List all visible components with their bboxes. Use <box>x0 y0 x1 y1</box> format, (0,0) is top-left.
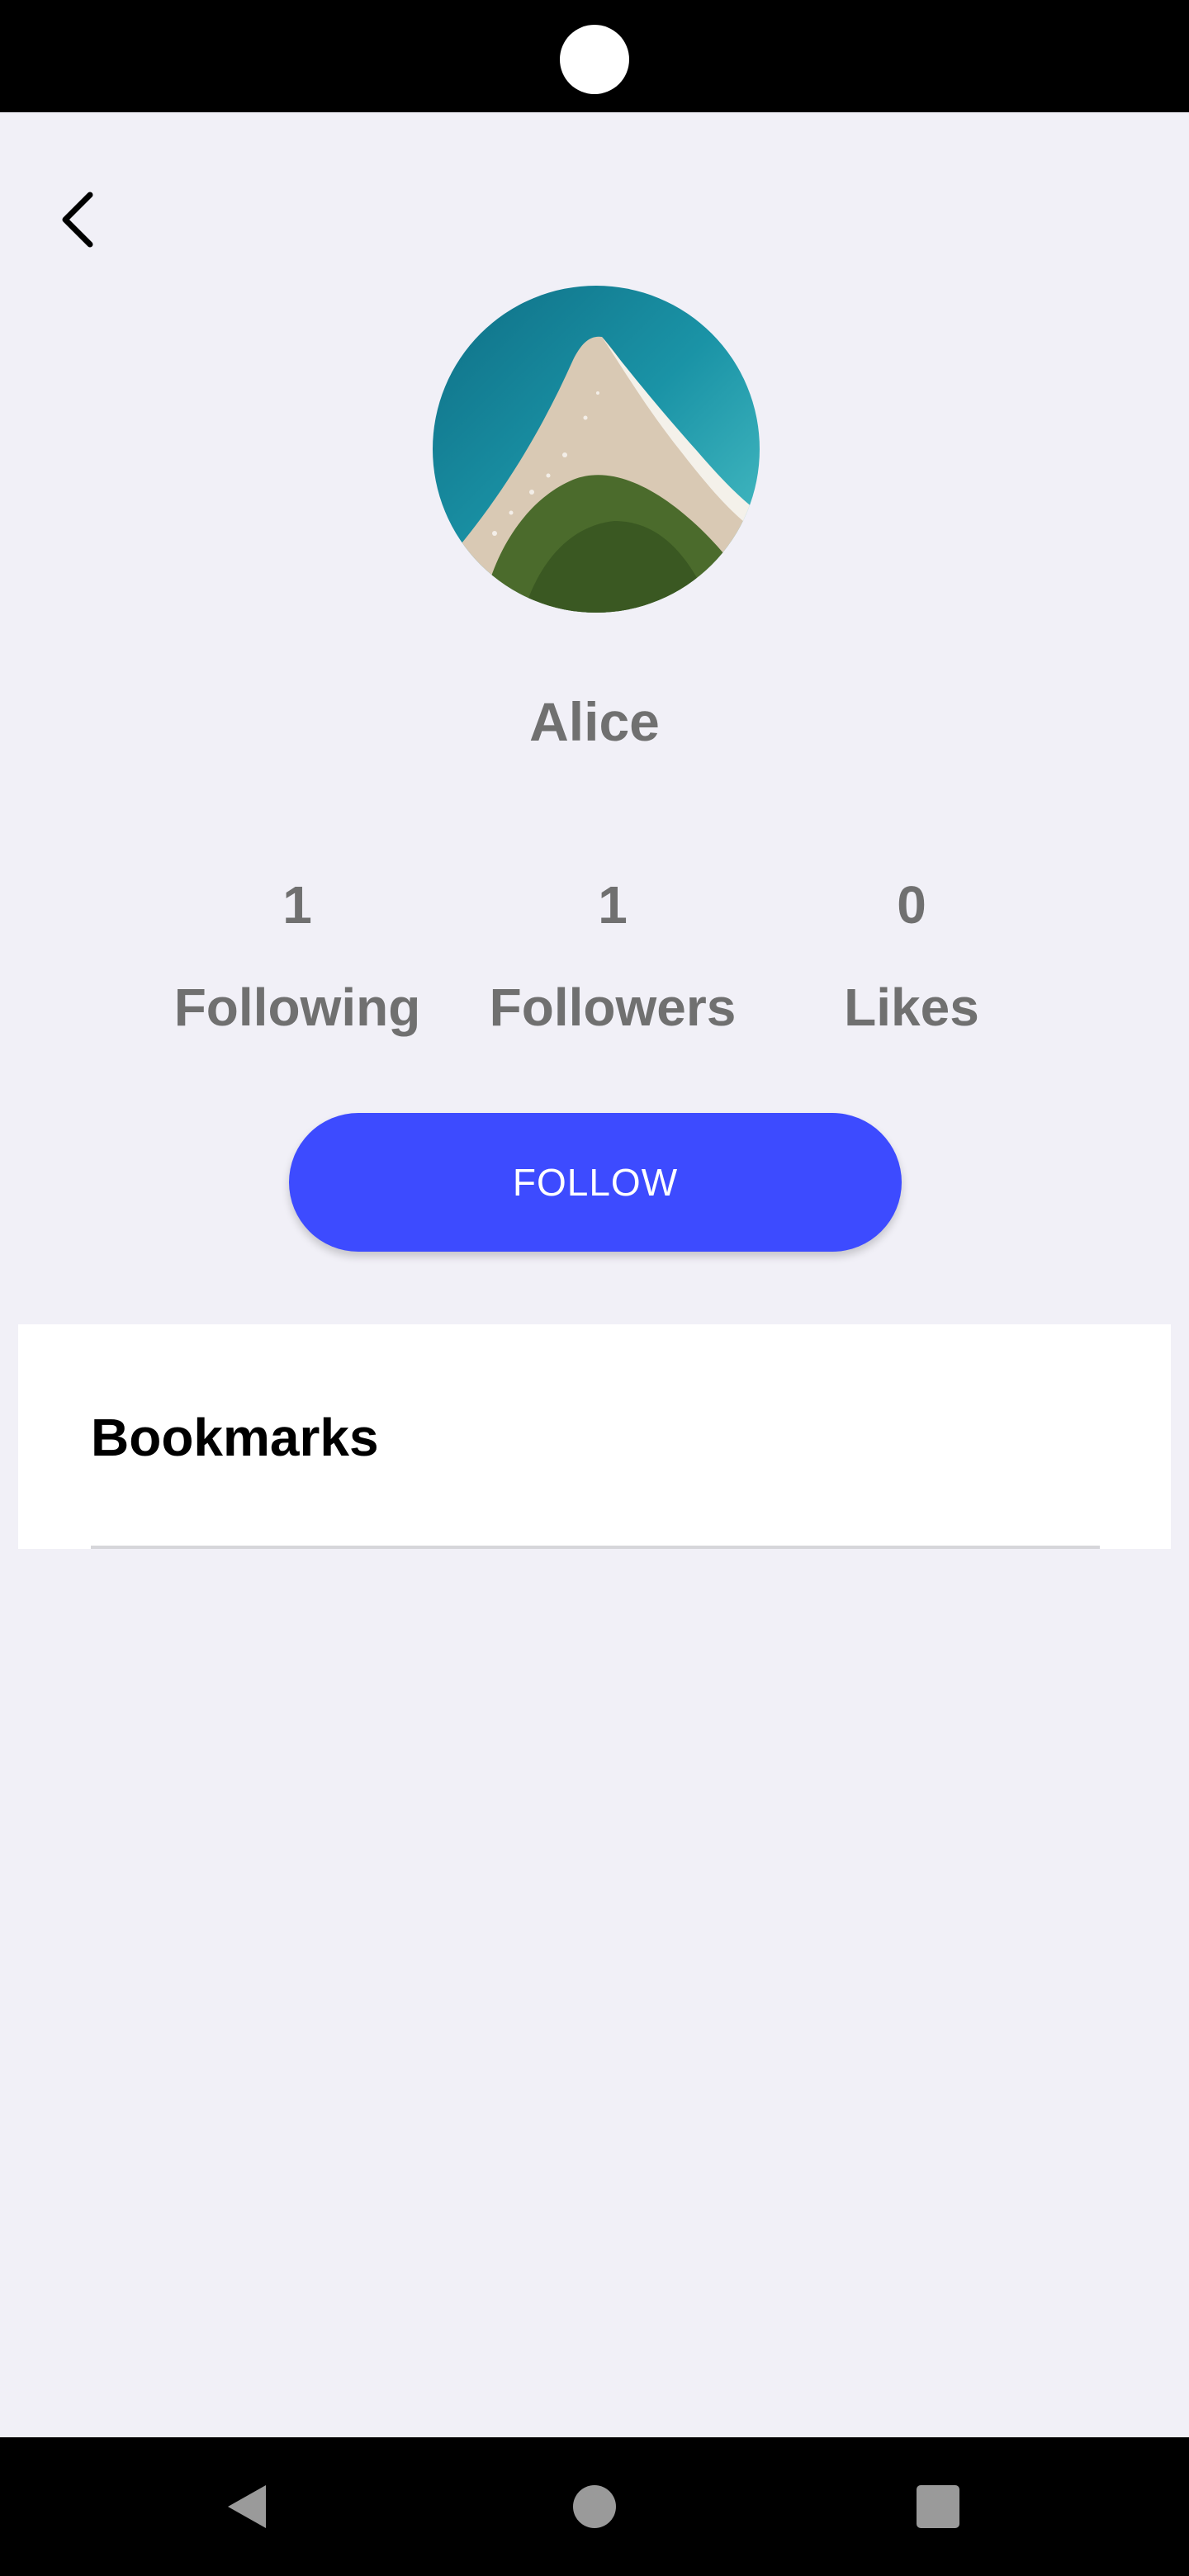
bookmarks-title: Bookmarks <box>91 1408 379 1467</box>
stat-following-label: Following <box>173 978 421 1037</box>
status-bar <box>0 0 1189 112</box>
nav-home-button[interactable] <box>537 2437 652 2576</box>
square-recents-icon <box>917 2485 959 2528</box>
system-nav-bar <box>0 2437 1189 2576</box>
stat-followers[interactable]: 1 Followers <box>464 872 761 1040</box>
stat-likes-count: 0 <box>897 875 926 935</box>
stat-following[interactable]: 1 Following <box>149 872 446 1040</box>
camera-cutout <box>560 25 629 94</box>
back-button[interactable] <box>41 178 116 261</box>
nav-back-button[interactable] <box>190 2437 306 2576</box>
circle-home-icon <box>573 2485 616 2528</box>
nav-recents-button[interactable] <box>880 2437 996 2576</box>
triangle-back-icon <box>228 2485 266 2528</box>
avatar[interactable] <box>433 286 760 613</box>
follow-button[interactable]: FOLLOW <box>289 1113 902 1252</box>
stat-likes[interactable]: 0 Likes <box>763 872 1060 1040</box>
avatar-image <box>433 286 760 613</box>
profile-page: Alice 1 Following 1 Followers 0 Likes FO… <box>0 112 1189 2437</box>
device-screen: Alice 1 Following 1 Followers 0 Likes FO… <box>0 0 1189 2576</box>
stat-followers-count: 1 <box>598 875 628 935</box>
profile-name: Alice <box>529 691 660 752</box>
chevron-left-icon <box>62 192 93 248</box>
stat-likes-label: Likes <box>844 978 979 1037</box>
bookmarks-section: Bookmarks <box>18 1324 1171 1549</box>
bookmarks-divider <box>91 1546 1100 1549</box>
stat-followers-label: Followers <box>489 978 737 1037</box>
stat-following-count: 1 <box>282 875 312 935</box>
